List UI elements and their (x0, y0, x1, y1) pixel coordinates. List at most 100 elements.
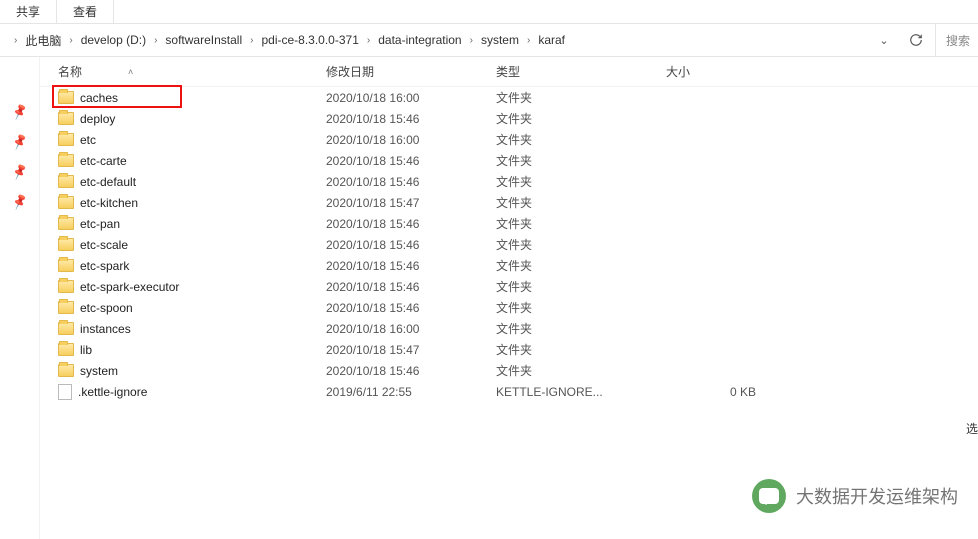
table-row[interactable]: deploy2020/10/18 15:46文件夹 (40, 108, 978, 129)
refresh-icon[interactable] (905, 29, 927, 51)
cell-type: 文件夹 (496, 362, 666, 379)
cell-type: 文件夹 (496, 236, 666, 253)
cell-date: 2020/10/18 15:47 (326, 196, 496, 210)
cell-date: 2019/6/11 22:55 (326, 385, 496, 399)
table-row[interactable]: etc-spark-executor2020/10/18 15:46文件夹 (40, 276, 978, 297)
breadcrumb-segment[interactable]: 此电脑 (23, 32, 63, 49)
chevron-right-icon: › (361, 35, 376, 46)
folder-icon (58, 259, 74, 272)
breadcrumb-segment[interactable]: softwareInstall (163, 33, 244, 47)
breadcrumb-segment[interactable]: develop (D:) (79, 33, 148, 47)
cell-date: 2020/10/18 15:46 (326, 301, 496, 315)
history-dropdown-icon[interactable]: ⌄ (873, 29, 895, 51)
address-bar-controls: ⌄ (873, 29, 935, 51)
column-header-name[interactable]: 名称 ˄ (58, 63, 326, 80)
folder-icon (58, 343, 74, 356)
quick-access-sidebar: 📌 📌 📌 📌 (0, 57, 40, 539)
file-name: system (80, 364, 118, 378)
pin-icon[interactable]: 📌 (9, 133, 30, 154)
table-row[interactable]: etc-spark2020/10/18 15:46文件夹 (40, 255, 978, 276)
cell-name[interactable]: etc-spoon (58, 301, 326, 315)
search-input[interactable]: 搜索 (935, 24, 978, 57)
cell-name[interactable]: etc-pan (58, 217, 326, 231)
breadcrumb[interactable]: ›此电脑›develop (D:)›softwareInstall›pdi-ce… (0, 32, 873, 49)
cell-name[interactable]: etc-default (58, 175, 326, 189)
cell-name[interactable]: deploy (58, 112, 326, 126)
address-bar: ›此电脑›develop (D:)›softwareInstall›pdi-ce… (0, 24, 978, 57)
column-header-type[interactable]: 类型 (496, 63, 666, 80)
tab-share[interactable]: 共享 (0, 0, 57, 24)
cell-name[interactable]: etc-carte (58, 154, 326, 168)
table-row[interactable]: etc-carte2020/10/18 15:46文件夹 (40, 150, 978, 171)
pin-icon[interactable]: 📌 (9, 193, 30, 214)
cell-type: 文件夹 (496, 110, 666, 127)
file-list-pane: 名称 ˄ 修改日期 类型 大小 caches2020/10/18 16:00文件… (40, 57, 978, 539)
cell-name[interactable]: etc-spark (58, 259, 326, 273)
folder-icon (58, 322, 74, 335)
main-area: 📌 📌 📌 📌 名称 ˄ 修改日期 类型 大小 caches2020/10/18… (0, 57, 978, 539)
chevron-right-icon: › (148, 35, 163, 46)
table-row[interactable]: caches2020/10/18 16:00文件夹 (40, 87, 978, 108)
cell-type: 文件夹 (496, 173, 666, 190)
file-name: etc-carte (80, 154, 127, 168)
cell-date: 2020/10/18 16:00 (326, 322, 496, 336)
cell-date: 2020/10/18 15:46 (326, 280, 496, 294)
table-row[interactable]: etc2020/10/18 16:00文件夹 (40, 129, 978, 150)
folder-icon (58, 133, 74, 146)
table-row[interactable]: etc-pan2020/10/18 15:46文件夹 (40, 213, 978, 234)
breadcrumb-segment[interactable]: karaf (536, 33, 567, 47)
cell-name[interactable]: caches (58, 91, 326, 105)
file-name: etc-default (80, 175, 136, 189)
sort-caret-icon: ˄ (128, 67, 133, 77)
file-name: etc-spark (80, 259, 129, 273)
cell-type: KETTLE-IGNORE... (496, 385, 666, 399)
table-row[interactable]: etc-spoon2020/10/18 15:46文件夹 (40, 297, 978, 318)
cell-type: 文件夹 (496, 131, 666, 148)
folder-icon (58, 112, 74, 125)
pin-icon[interactable]: 📌 (9, 103, 30, 124)
cell-type: 文件夹 (496, 194, 666, 211)
table-row[interactable]: etc-default2020/10/18 15:46文件夹 (40, 171, 978, 192)
column-header-size[interactable]: 大小 (666, 63, 786, 80)
file-name: etc-spark-executor (80, 280, 179, 294)
cell-name[interactable]: lib (58, 343, 326, 357)
tab-view[interactable]: 查看 (57, 0, 114, 24)
cell-date: 2020/10/18 15:47 (326, 343, 496, 357)
breadcrumb-segment[interactable]: system (479, 33, 521, 47)
cell-type: 文件夹 (496, 89, 666, 106)
folder-icon (58, 196, 74, 209)
cell-name[interactable]: etc-spark-executor (58, 280, 326, 294)
column-header-date[interactable]: 修改日期 (326, 63, 496, 80)
cell-type: 文件夹 (496, 215, 666, 232)
chevron-right-icon: › (63, 35, 78, 46)
table-row[interactable]: etc-kitchen2020/10/18 15:47文件夹 (40, 192, 978, 213)
cell-type: 文件夹 (496, 152, 666, 169)
folder-icon (58, 175, 74, 188)
cell-date: 2020/10/18 15:46 (326, 259, 496, 273)
ribbon-tabs: 共享 查看 (0, 0, 978, 24)
cell-name[interactable]: .kettle-ignore (58, 384, 326, 400)
breadcrumb-segment[interactable]: data-integration (376, 33, 463, 47)
chevron-right-icon: › (521, 35, 536, 46)
wechat-icon (752, 479, 786, 513)
file-name: etc-scale (80, 238, 128, 252)
cell-name[interactable]: system (58, 364, 326, 378)
column-headers: 名称 ˄ 修改日期 类型 大小 (40, 57, 978, 87)
folder-icon (58, 364, 74, 377)
table-row[interactable]: instances2020/10/18 16:00文件夹 (40, 318, 978, 339)
file-name: etc-pan (80, 217, 120, 231)
cell-name[interactable]: etc (58, 133, 326, 147)
cell-name[interactable]: instances (58, 322, 326, 336)
table-row[interactable]: etc-scale 2020/10/18 15:46文件夹 (40, 234, 978, 255)
cell-name[interactable]: etc-kitchen (58, 196, 326, 210)
pin-icon[interactable]: 📌 (9, 163, 30, 184)
cell-date: 2020/10/18 16:00 (326, 91, 496, 105)
chevron-right-icon: › (244, 35, 259, 46)
file-name: etc (80, 133, 96, 147)
table-row[interactable]: lib2020/10/18 15:47文件夹 (40, 339, 978, 360)
breadcrumb-segment[interactable]: pdi-ce-8.3.0.0-371 (259, 33, 360, 47)
table-row[interactable]: .kettle-ignore2019/6/11 22:55KETTLE-IGNO… (40, 381, 978, 402)
cell-date: 2020/10/18 15:46 (326, 238, 496, 252)
cell-name[interactable]: etc-scale (58, 238, 326, 252)
table-row[interactable]: system2020/10/18 15:46文件夹 (40, 360, 978, 381)
